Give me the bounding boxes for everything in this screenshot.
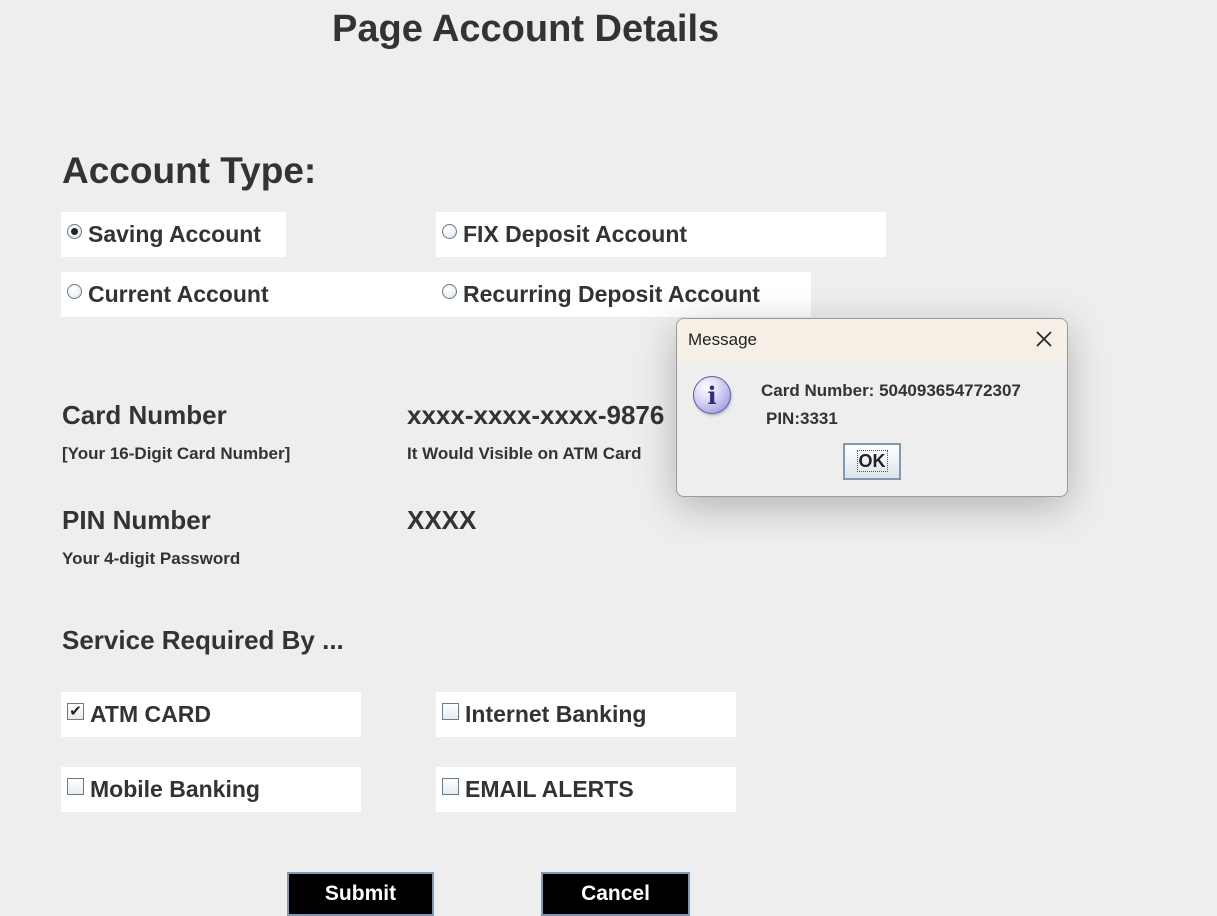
radio-current-account[interactable]: Current Account	[61, 272, 436, 317]
pin-number-sublabel: Your 4-digit Password	[62, 549, 241, 568]
checkbox-internet-banking[interactable]: Internet Banking	[436, 692, 736, 737]
close-icon[interactable]	[1033, 328, 1055, 350]
account-type-heading: Account Type:	[62, 150, 317, 191]
radio-label: Current Account	[88, 281, 269, 307]
radio-indicator[interactable]	[442, 284, 457, 299]
message-dialog: Message i Card Number: 504093654772307 P…	[676, 318, 1068, 497]
checkbox-label: Mobile Banking	[90, 776, 260, 802]
radio-label: Saving Account	[88, 221, 261, 247]
services-heading: Service Required By ...	[62, 625, 344, 655]
checkbox-email-alerts[interactable]: EMAIL ALERTS	[436, 767, 736, 812]
checkbox-label: ATM CARD	[90, 701, 211, 727]
radio-recurring-deposit-account[interactable]: Recurring Deposit Account	[436, 272, 811, 317]
checkbox-atm-card[interactable]: ✔ ATM CARD	[61, 692, 361, 737]
dialog-message-pin: PIN:3331	[766, 409, 838, 428]
submit-button[interactable]: Submit	[287, 872, 434, 916]
ok-button[interactable]: OK	[843, 443, 901, 480]
card-number-note: It Would Visible on ATM Card	[407, 444, 642, 463]
checkbox-label: Internet Banking	[465, 701, 647, 727]
radio-label: FIX Deposit Account	[463, 221, 688, 247]
pin-number-label: PIN Number	[62, 505, 211, 535]
card-number-value: xxxx-xxxx-xxxx-9876	[407, 400, 665, 430]
dialog-message-card-number: Card Number: 504093654772307	[761, 381, 1021, 400]
ok-button-label: OK	[856, 450, 888, 472]
page-title: Page Account Details	[332, 8, 720, 50]
dialog-title: Message	[688, 330, 757, 349]
radio-indicator[interactable]	[442, 224, 457, 239]
radio-selected-indicator[interactable]	[67, 224, 82, 239]
radio-saving-account[interactable]: Saving Account	[61, 212, 286, 257]
checkbox-indicator[interactable]	[67, 778, 84, 795]
checkbox-checked-indicator[interactable]: ✔	[67, 703, 84, 720]
radio-fix-deposit-account[interactable]: FIX Deposit Account	[436, 212, 886, 257]
card-number-sublabel: [Your 16-Digit Card Number]	[62, 444, 291, 463]
checkbox-indicator[interactable]	[442, 703, 459, 720]
info-icon: i	[693, 376, 731, 414]
dialog-titlebar[interactable]: Message	[677, 319, 1067, 361]
card-number-label: Card Number	[62, 400, 227, 430]
checkbox-label: EMAIL ALERTS	[465, 776, 634, 802]
pin-number-value: XXXX	[407, 505, 477, 535]
checkbox-indicator[interactable]	[442, 778, 459, 795]
cancel-button[interactable]: Cancel	[541, 872, 690, 916]
radio-label: Recurring Deposit Account	[463, 281, 760, 307]
checkbox-mobile-banking[interactable]: Mobile Banking	[61, 767, 361, 812]
radio-indicator[interactable]	[67, 284, 82, 299]
